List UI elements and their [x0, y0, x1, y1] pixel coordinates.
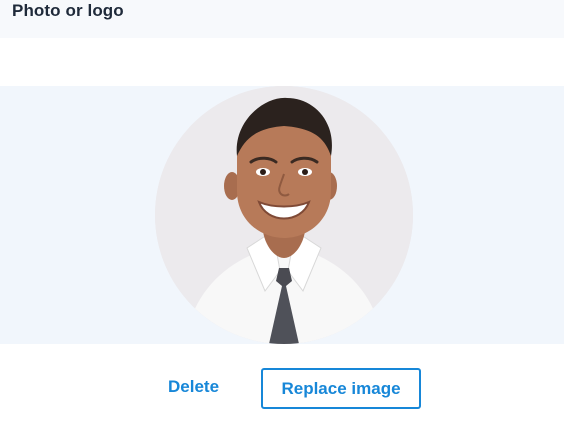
- section-header: Photo or logo: [0, 0, 564, 38]
- section-title: Photo or logo: [12, 1, 124, 20]
- replace-image-button[interactable]: Replace image: [261, 368, 421, 409]
- profile-photo: [155, 86, 413, 344]
- profile-photo-image: [155, 86, 413, 344]
- image-actions: Delete Replace image: [0, 368, 564, 410]
- delete-image-button[interactable]: Delete: [168, 377, 219, 397]
